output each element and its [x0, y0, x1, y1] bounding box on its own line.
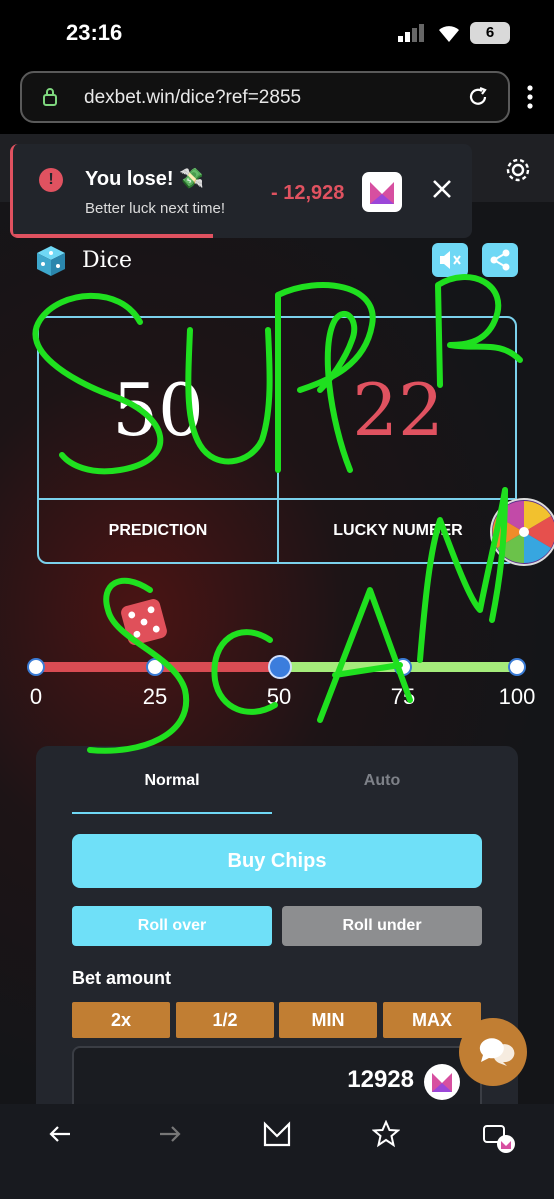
slider-handle[interactable]: [268, 655, 292, 679]
url-text: dexbet.win/dice?ref=2855: [84, 87, 302, 108]
prediction-label: PREDICTION: [108, 522, 208, 539]
result-panel: 50 22 PREDICTION LUCKY NUMBER: [37, 316, 517, 564]
bet-panel: Normal Auto Buy Chips Roll over Roll und…: [36, 746, 518, 1126]
chat-button[interactable]: [459, 1018, 527, 1086]
bet-amount-label: Bet amount: [72, 968, 171, 988]
toast-progress: [13, 234, 213, 238]
prediction-value: 50: [112, 368, 204, 452]
half-bet-button[interactable]: 1/2: [176, 1002, 274, 1038]
share-icon: [490, 249, 510, 271]
min-bet-button[interactable]: MIN: [279, 1002, 377, 1038]
game-header: Dice: [34, 244, 132, 283]
battery-indicator: 6: [470, 22, 510, 44]
roll-over-button[interactable]: Roll over: [72, 906, 272, 946]
close-icon[interactable]: [431, 178, 453, 200]
gear-icon[interactable]: [504, 156, 532, 184]
coin-icon: [362, 172, 402, 212]
divider: [39, 498, 515, 500]
dice-logo-icon: [37, 246, 65, 276]
alert-icon: !: [39, 168, 63, 192]
chat-bubble-icon: [479, 1038, 515, 1066]
toast-title: You lose! 💸: [85, 168, 204, 190]
tab-normal[interactable]: Normal: [72, 772, 272, 790]
address-bar[interactable]: dexbet.win/dice?ref=2855: [20, 71, 510, 123]
reload-icon[interactable]: [466, 85, 490, 109]
double-bet-button[interactable]: 2x: [72, 1002, 170, 1038]
slider-tick-25: [146, 658, 164, 676]
toast-amount: - 12,928: [271, 182, 345, 204]
game-title: Dice: [82, 248, 133, 273]
toast-subtitle: Better luck next time!: [85, 200, 226, 217]
slider-label-100: 100: [498, 684, 536, 709]
wifi-icon: [439, 26, 459, 42]
forward-icon[interactable]: [156, 1120, 184, 1148]
speaker-mute-icon: [440, 251, 461, 269]
active-tab-indicator: [72, 812, 272, 814]
status-time: 23:16: [66, 20, 123, 45]
lucky-number-value: 22: [352, 368, 444, 452]
tabs-wallet-icon[interactable]: [482, 1120, 516, 1154]
share-button[interactable]: [482, 243, 518, 277]
back-icon[interactable]: [46, 1120, 74, 1148]
dice-icon: [121, 599, 167, 645]
slider-tick-100: [508, 658, 526, 676]
slider-label-75: 75: [390, 684, 416, 709]
star-icon[interactable]: [372, 1120, 400, 1148]
fortune-wheel-icon[interactable]: [488, 496, 554, 568]
bet-amount-value: 12928: [347, 1066, 414, 1093]
tab-auto[interactable]: Auto: [282, 772, 482, 790]
roll-under-button[interactable]: Roll under: [282, 906, 482, 946]
mute-button[interactable]: [432, 243, 468, 277]
lock-icon: [43, 88, 57, 106]
slider-tick-0: [27, 658, 45, 676]
lucky-number-label: LUCKY NUMBER: [333, 522, 463, 539]
lose-notification: ! You lose! 💸 Better luck next time! - 1…: [10, 144, 472, 238]
wallet-app-icon[interactable]: [262, 1120, 292, 1148]
slider-label-50: 50: [266, 684, 292, 709]
slider-tick-75: [394, 658, 412, 676]
status-bar: 23:16 6: [0, 0, 554, 66]
slider-label-25: 25: [142, 684, 168, 709]
coin-icon: [424, 1064, 460, 1100]
signal-icon: [398, 24, 424, 42]
browser-bottom-bar: [0, 1104, 554, 1199]
buy-chips-button[interactable]: Buy Chips: [72, 834, 482, 888]
browser-toolbar: dexbet.win/dice?ref=2855: [0, 66, 554, 134]
menu-icon[interactable]: [526, 84, 534, 110]
slider-label-0: 0: [29, 684, 43, 709]
